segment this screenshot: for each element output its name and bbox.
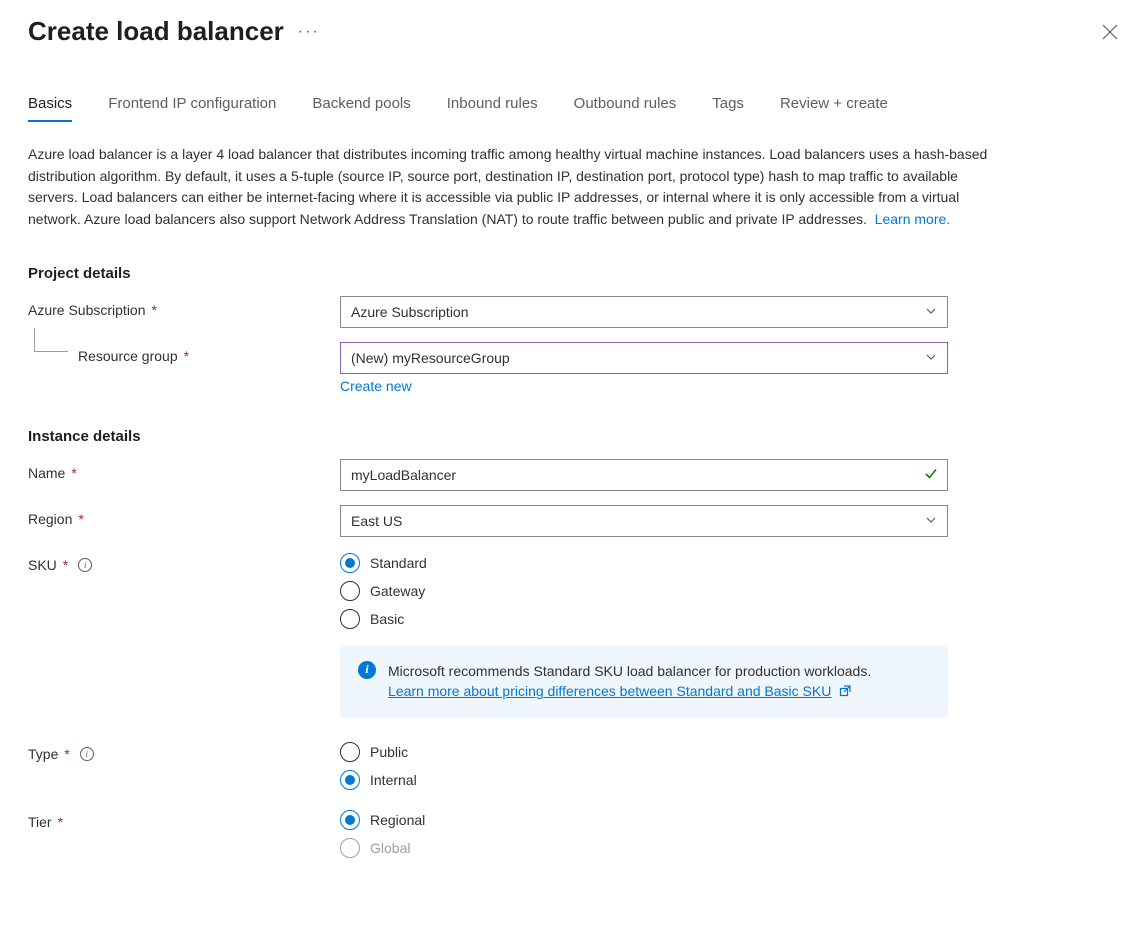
info-filled-icon: i [358,661,376,679]
region-label: Region* [28,505,340,527]
learn-more-link[interactable]: Learn more. [875,211,950,227]
tier-option-regional[interactable]: Regional [340,810,948,830]
tab-inbound-rules[interactable]: Inbound rules [447,95,538,122]
radio-icon [340,810,360,830]
resource-group-value: (New) myResourceGroup [351,350,510,366]
valid-check-icon [924,466,938,483]
sku-pricing-link[interactable]: Learn more about pricing differences bet… [388,683,831,699]
tier-option-global: Global [340,838,948,858]
region-value: East US [351,513,402,529]
page-title: Create load balancer [28,16,284,47]
tab-frontend-ip[interactable]: Frontend IP configuration [108,95,276,122]
tier-radio-group: Regional Global [340,808,948,858]
radio-icon [340,770,360,790]
section-instance-title: Instance details [28,428,1118,445]
radio-icon [340,553,360,573]
tab-backend-pools[interactable]: Backend pools [312,95,410,122]
section-project-title: Project details [28,265,1118,282]
name-value: myLoadBalancer [351,467,456,483]
name-input[interactable]: myLoadBalancer [340,459,948,491]
sku-recommendation-callout: i Microsoft recommends Standard SKU load… [340,645,948,719]
chevron-down-icon [925,513,937,529]
subscription-select[interactable]: Azure Subscription [340,296,948,328]
type-label: Type* i [28,740,340,762]
page-header: Create load balancer ··· [0,0,1146,55]
region-select[interactable]: East US [340,505,948,537]
sku-option-basic[interactable]: Basic [340,609,948,629]
tab-outbound-rules[interactable]: Outbound rules [574,95,677,122]
wizard-tabs: Basics Frontend IP configuration Backend… [0,55,1146,122]
resource-group-select[interactable]: (New) myResourceGroup [340,342,948,374]
sku-label: SKU* i [28,551,340,573]
chevron-down-icon [925,304,937,320]
create-new-rg-link[interactable]: Create new [340,378,412,394]
callout-text: Microsoft recommends Standard SKU load b… [388,663,871,679]
type-option-public[interactable]: Public [340,742,948,762]
info-icon[interactable]: i [80,747,94,761]
radio-icon [340,838,360,858]
external-link-icon [839,682,851,702]
description-body: Azure load balancer is a layer 4 load ba… [28,146,987,227]
tab-basics[interactable]: Basics [28,95,72,122]
tab-tags[interactable]: Tags [712,95,744,122]
tier-label: Tier* [28,808,340,830]
radio-icon [340,581,360,601]
resource-group-label: Resource group* [28,342,340,364]
info-icon[interactable]: i [78,558,92,572]
sku-radio-group: Standard Gateway Basic [340,551,948,629]
subscription-label: Azure Subscription* [28,296,340,318]
type-radio-group: Public Internal [340,740,948,790]
chevron-down-icon [925,350,937,366]
close-icon[interactable] [1102,24,1118,40]
sku-option-gateway[interactable]: Gateway [340,581,948,601]
radio-icon [340,609,360,629]
tab-review-create[interactable]: Review + create [780,95,888,122]
radio-icon [340,742,360,762]
sku-option-standard[interactable]: Standard [340,553,948,573]
type-option-internal[interactable]: Internal [340,770,948,790]
name-label: Name* [28,459,340,481]
description-text: Azure load balancer is a layer 4 load ba… [28,144,988,231]
more-options-icon[interactable]: ··· [298,23,320,41]
indent-connector [34,328,68,352]
subscription-value: Azure Subscription [351,304,469,320]
